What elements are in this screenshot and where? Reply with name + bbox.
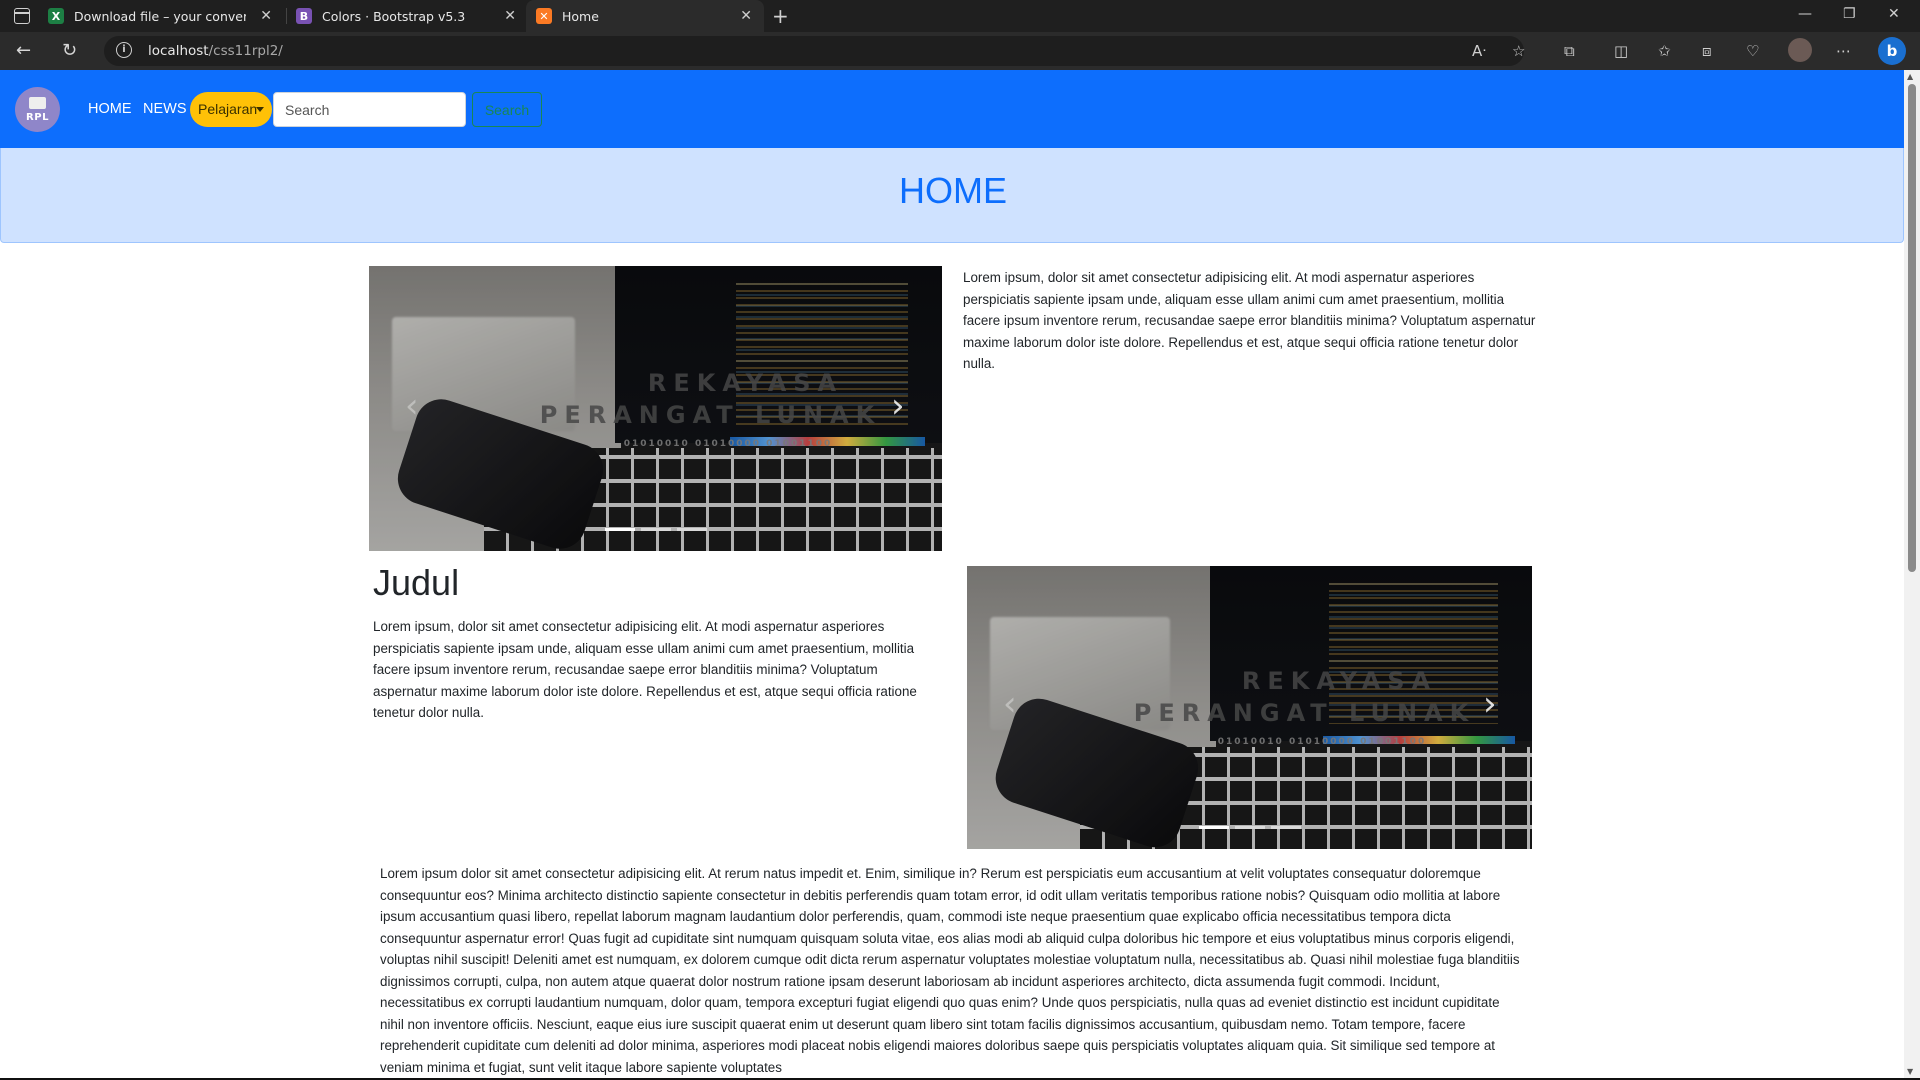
browser-tab-bootstrap[interactable]: B Colors · Bootstrap v5.3 ✕ — [296, 0, 528, 32]
read-aloud-icon[interactable]: Aᐧ — [1472, 42, 1486, 60]
refresh-icon[interactable]: ↻ — [62, 40, 77, 61]
url-host: localhost — [148, 43, 209, 59]
chevron-right-icon[interactable]: › — [891, 386, 905, 426]
back-arrow-icon[interactable]: ← — [16, 40, 31, 61]
collections-icon[interactable]: ⧈ — [1702, 42, 1712, 60]
restore-icon[interactable]: ❐ — [1843, 6, 1856, 22]
image-carousel-2[interactable]: REKAYASA PERANGAT LUNAK 01010010 0101000… — [967, 566, 1532, 849]
carousel-indicator[interactable] — [1234, 826, 1265, 829]
carousel-indicator[interactable] — [1198, 826, 1229, 829]
tab-title: Home — [562, 8, 599, 24]
carousel-indicator[interactable] — [676, 528, 707, 531]
tab-separator — [286, 8, 287, 24]
carousel-indicators — [604, 528, 707, 531]
caret-down-icon — [256, 107, 264, 112]
chevron-left-icon[interactable]: ‹ — [405, 386, 419, 426]
carousel-caption-line3: 01010010 01010000 01001100 — [1217, 737, 1427, 747]
carousel-caption-line1: REKAYASA — [1241, 667, 1438, 695]
carousel-caption-line2: PERANGAT LUNAK — [539, 401, 882, 429]
browser-essentials-heart-icon[interactable]: ♡ — [1746, 42, 1759, 60]
site-navbar: RPL HOME NEWS Pelajaran Search — [0, 70, 1904, 148]
section3-paragraph: Lorem ipsum dolor sit amet consectetur a… — [380, 866, 1520, 1075]
scroll-down-arrow-icon[interactable]: ▼ — [1907, 1067, 1913, 1076]
pelajaran-dropdown[interactable]: Pelajaran — [190, 92, 272, 127]
minimize-icon[interactable]: — — [1798, 6, 1812, 22]
carousel-indicator[interactable] — [604, 528, 635, 531]
chevron-left-icon[interactable]: ‹ — [1003, 684, 1017, 724]
favorites-icon[interactable]: ✩ — [1658, 42, 1671, 60]
nav-link-news[interactable]: NEWS — [143, 101, 187, 117]
section2-heading: Judul — [373, 562, 460, 603]
url-path: /css11rpl2/ — [208, 43, 283, 59]
scrollbar-thumb[interactable] — [1908, 84, 1916, 572]
url-text[interactable]: localhost/css11rpl2/ — [148, 43, 283, 59]
browser-tab-bar: X Download file – your conversion ✕ B Co… — [0, 0, 1920, 32]
browser-tab-download[interactable]: X Download file – your conversion ✕ — [48, 0, 284, 32]
extensions-puzzle-icon[interactable]: ⧉ — [1564, 42, 1575, 60]
hero-banner: HOME — [0, 148, 1904, 243]
new-tab-plus-icon[interactable]: + — [772, 4, 789, 28]
chevron-right-icon[interactable]: › — [1483, 684, 1497, 724]
xampp-icon: ✕ — [536, 8, 552, 24]
close-icon[interactable]: ✕ — [504, 8, 516, 24]
copilot-icon[interactable]: b — [1878, 37, 1906, 65]
carousel-indicators — [1198, 826, 1301, 829]
scroll-up-arrow-icon[interactable]: ▲ — [1907, 72, 1913, 81]
dropdown-label: Pelajaran — [198, 101, 258, 117]
search-button[interactable]: Search — [472, 92, 542, 127]
browser-toolbar: ← ↻ i localhost/css11rpl2/ Aᐧ ☆ ⧉ ◫ ✩ ⧈ … — [0, 32, 1920, 70]
address-bar[interactable]: i localhost/css11rpl2/ — [104, 36, 1524, 66]
carousel-caption-line1: REKAYASA — [647, 369, 844, 397]
site-info-icon[interactable]: i — [116, 42, 132, 58]
vertical-scrollbar[interactable]: ▲ ▼ — [1904, 70, 1920, 1078]
monitor-icon — [29, 97, 46, 109]
tab-title: Download file – your conversion — [74, 8, 246, 24]
page-viewport: RPL HOME NEWS Pelajaran Search HOME REKA… — [0, 70, 1920, 1078]
tab-title: Colors · Bootstrap v5.3 — [322, 8, 466, 24]
tab-actions-icon[interactable] — [14, 8, 30, 24]
bootstrap-b-icon: B — [296, 8, 312, 24]
profile-avatar[interactable] — [1788, 38, 1812, 62]
more-menu-icon[interactable]: ⋯ — [1836, 42, 1851, 60]
carousel-indicator[interactable] — [640, 528, 671, 531]
section2-paragraph: Lorem ipsum, dolor sit amet consectetur … — [373, 619, 917, 720]
image-carousel-1[interactable]: REKAYASA PERANGAT LUNAK 01010010 0101000… — [369, 266, 942, 551]
nav-link-home[interactable]: HOME — [88, 101, 132, 117]
close-icon[interactable]: ✕ — [260, 8, 272, 24]
page-title: HOME — [899, 170, 1007, 211]
carousel-caption-line3: 01010010 01010000 01001100 — [623, 439, 833, 449]
logo-text: RPL — [26, 112, 49, 123]
favorite-star-icon[interactable]: ☆ — [1512, 42, 1525, 60]
excel-x-icon: X — [48, 8, 64, 24]
browser-tab-home[interactable]: ✕ Home ✕ — [526, 0, 764, 32]
rpl-logo[interactable]: RPL — [15, 87, 60, 132]
split-screen-icon[interactable]: ◫ — [1614, 42, 1628, 60]
carousel-indicator[interactable] — [1270, 826, 1301, 829]
section1-paragraph: Lorem ipsum, dolor sit amet consectetur … — [963, 270, 1536, 371]
window-close-icon[interactable]: ✕ — [1888, 6, 1900, 22]
carousel-caption-line2: PERANGAT LUNAK — [1133, 699, 1476, 727]
close-icon[interactable]: ✕ — [740, 8, 752, 24]
search-input[interactable] — [273, 92, 466, 127]
